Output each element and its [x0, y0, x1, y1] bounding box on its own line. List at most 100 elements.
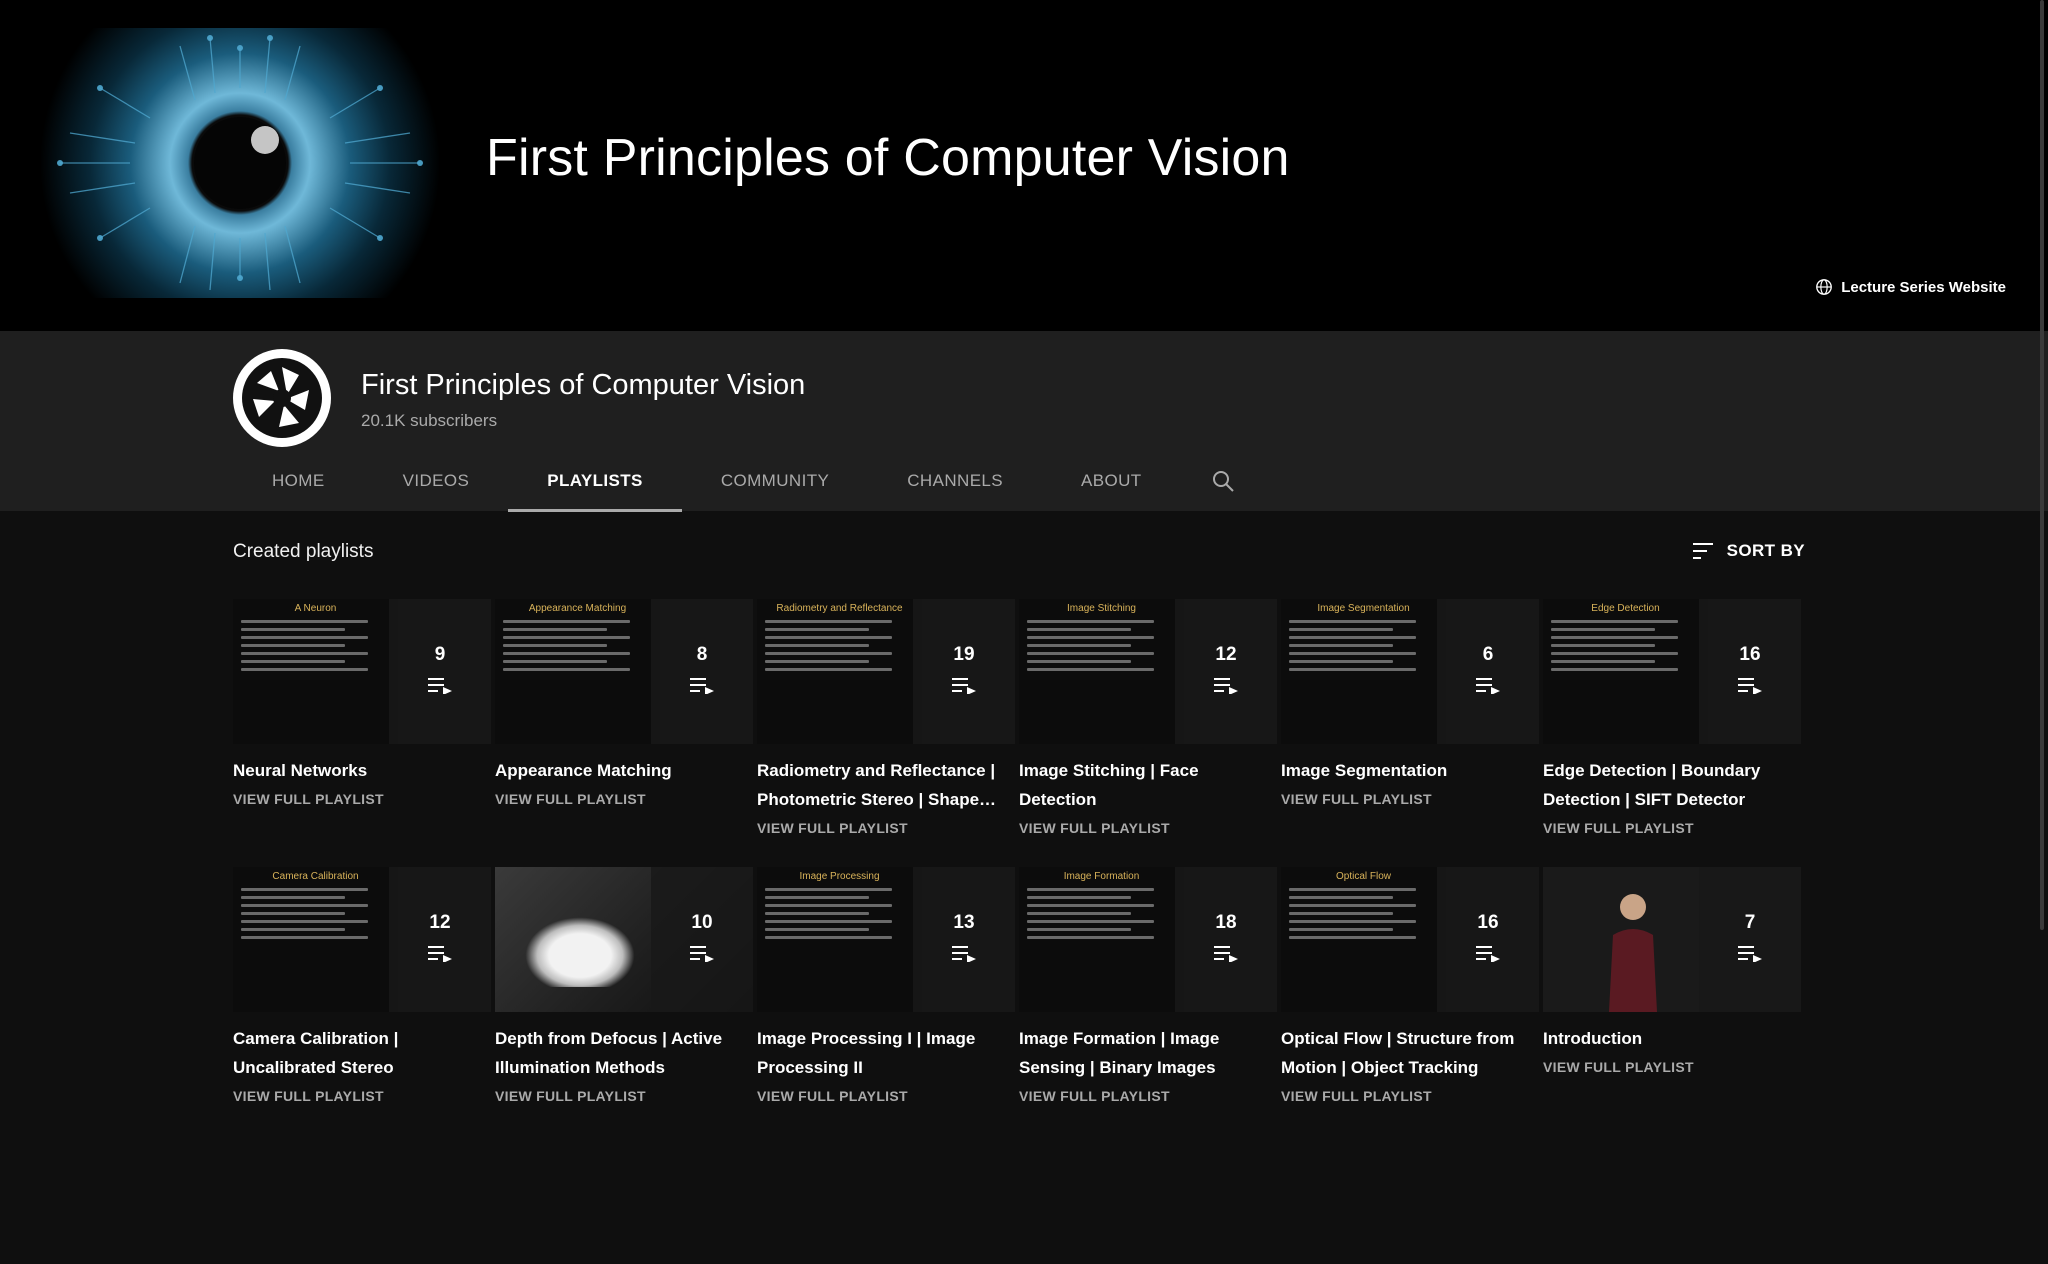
- tab-channels[interactable]: CHANNELS: [868, 451, 1042, 511]
- playlist-title[interactable]: Optical Flow | Structure from Motion | O…: [1281, 1024, 1539, 1082]
- playlist-title[interactable]: Image Stitching | Face Detection: [1019, 756, 1277, 814]
- slide-text-line: [765, 920, 892, 923]
- sort-icon: [1692, 543, 1713, 559]
- playlist-thumbnail[interactable]: Image Processing 13: [757, 867, 1015, 1012]
- slide-text-line: [1027, 620, 1154, 623]
- slide-title: Camera Calibration: [272, 871, 359, 882]
- channel-search-button[interactable]: [1181, 451, 1265, 511]
- playlist-card[interactable]: Image Stitching 12 Image Stitching | Face …: [1019, 599, 1277, 867]
- playlist-thumbnail[interactable]: A Neuron 9: [233, 599, 491, 744]
- slide-text-line: [241, 628, 346, 631]
- slide-text-line: [765, 620, 892, 623]
- playlist-card[interactable]: Optical Flow 16 Optical Flow | Structure f…: [1281, 867, 1539, 1135]
- lecturer-photo: [1603, 885, 1663, 1012]
- lecture-slide: Optical Flow: [1281, 867, 1446, 1012]
- playlist-thumbnail[interactable]: 7: [1543, 867, 1801, 1012]
- view-full-playlist-link[interactable]: VIEW FULL PLAYLIST: [1543, 820, 1801, 836]
- slide-text-line: [1289, 936, 1416, 939]
- sort-by-button[interactable]: SORT BY: [1691, 541, 1805, 561]
- playlist-thumbnail[interactable]: Image Formation 18: [1019, 867, 1277, 1012]
- slide-title: Radiometry and Reflectance: [776, 603, 903, 614]
- lecture-series-link[interactable]: Lecture Series Website: [1815, 278, 2006, 296]
- video-count: 8: [696, 644, 708, 665]
- playlist-card[interactable]: 10 Depth from Defocus | Active Illuminati…: [495, 867, 753, 1135]
- avatar[interactable]: [233, 349, 331, 447]
- view-full-playlist-link[interactable]: VIEW FULL PLAYLIST: [1019, 1088, 1277, 1104]
- playlist-thumbnail[interactable]: 10: [495, 867, 753, 1012]
- playlist-thumbnail[interactable]: Optical Flow 16: [1281, 867, 1539, 1012]
- slide-text-line: [765, 928, 870, 931]
- view-full-playlist-link[interactable]: VIEW FULL PLAYLIST: [233, 791, 491, 807]
- playlist-title[interactable]: Image Segmentation: [1281, 756, 1539, 785]
- playlist-title[interactable]: Appearance Matching: [495, 756, 753, 785]
- slide-title: Edge Detection: [1591, 603, 1660, 614]
- view-full-playlist-link[interactable]: VIEW FULL PLAYLIST: [757, 820, 1015, 836]
- playlist-card[interactable]: Camera Calibration 12 Camera Calibration |…: [233, 867, 491, 1135]
- slide-text-line: [241, 636, 368, 639]
- slide-text-line: [1289, 652, 1416, 655]
- playlist-card[interactable]: Radiometry and Reflectance 19 Radiometry a…: [757, 599, 1015, 867]
- slide-text-line: [765, 644, 870, 647]
- video-count: 12: [429, 912, 451, 933]
- slide-text-line: [1551, 668, 1678, 671]
- playlist-thumbnail[interactable]: Edge Detection 16: [1543, 599, 1801, 744]
- playlist-card[interactable]: Edge Detection 16 Edge Detection | Boundar…: [1543, 599, 1801, 867]
- view-full-playlist-link[interactable]: VIEW FULL PLAYLIST: [233, 1088, 491, 1104]
- tab-playlists[interactable]: PLAYLISTS: [508, 451, 682, 512]
- playlist-thumbnail[interactable]: Appearance Matching 8: [495, 599, 753, 744]
- slide-title: Image Formation: [1063, 871, 1140, 882]
- slide-text-line: [765, 904, 892, 907]
- playlist-title[interactable]: Depth from Defocus | Active Illumination…: [495, 1024, 753, 1082]
- playlist-count-overlay: 10: [651, 867, 753, 1012]
- view-full-playlist-link[interactable]: VIEW FULL PLAYLIST: [495, 791, 753, 807]
- page-scrollbar[interactable]: [2040, 0, 2044, 930]
- slide-text-line: [1027, 636, 1154, 639]
- slide-text-line: [1289, 620, 1416, 623]
- view-full-playlist-link[interactable]: VIEW FULL PLAYLIST: [1281, 791, 1539, 807]
- slide-text-line: [1027, 660, 1132, 663]
- view-full-playlist-link[interactable]: VIEW FULL PLAYLIST: [757, 1088, 1015, 1104]
- playlist-count-overlay: 12: [1175, 599, 1277, 744]
- search-icon: [1212, 471, 1234, 492]
- playlist-thumbnail[interactable]: Image Segmentation 6: [1281, 599, 1539, 744]
- playlist-title[interactable]: Introduction: [1543, 1024, 1801, 1053]
- playlist-card[interactable]: 7 Introduction VIEW FULL PLAYLIST: [1543, 867, 1801, 1135]
- tab-home[interactable]: HOME: [233, 451, 364, 511]
- channel-banner: First Principles of Computer Vision Lect…: [0, 0, 2048, 331]
- playlist-card[interactable]: Image Processing 13 Image Processing I | I…: [757, 867, 1015, 1135]
- view-full-playlist-link[interactable]: VIEW FULL PLAYLIST: [1281, 1088, 1539, 1104]
- slide-text-line: [503, 652, 630, 655]
- playlist-title[interactable]: Camera Calibration | Uncalibrated Stereo: [233, 1024, 491, 1082]
- playlist-title[interactable]: Neural Networks: [233, 756, 491, 785]
- view-full-playlist-link[interactable]: VIEW FULL PLAYLIST: [1019, 820, 1277, 836]
- view-full-playlist-link[interactable]: VIEW FULL PLAYLIST: [1543, 1059, 1801, 1075]
- view-full-playlist-link[interactable]: VIEW FULL PLAYLIST: [495, 1088, 753, 1104]
- slide-text-line: [241, 920, 368, 923]
- playlist-count-overlay: 6: [1437, 599, 1539, 744]
- playlist-count-overlay: 8: [651, 599, 753, 744]
- subscriber-count: 20.1K subscribers: [361, 411, 498, 430]
- slide-text-line: [1289, 668, 1416, 671]
- playlist-thumbnail[interactable]: Radiometry and Reflectance 19: [757, 599, 1015, 744]
- playlist-play-icon: [689, 676, 715, 699]
- playlist-title[interactable]: Image Formation | Image Sensing | Binary…: [1019, 1024, 1277, 1082]
- playlist-card[interactable]: Image Segmentation 6 Image Segmentation VIE…: [1281, 599, 1539, 867]
- playlist-card[interactable]: Image Formation 18 Image Formation | Image…: [1019, 867, 1277, 1135]
- tab-videos[interactable]: VIDEOS: [364, 451, 509, 511]
- slide-text-line: [241, 668, 368, 671]
- playlist-thumbnail[interactable]: Image Stitching 12: [1019, 599, 1277, 744]
- tab-about[interactable]: ABOUT: [1042, 451, 1181, 511]
- playlist-card[interactable]: Appearance Matching 8 Appearance Matching V…: [495, 599, 753, 867]
- playlist-card[interactable]: A Neuron 9 Neural Networks VIEW FULL PLAYLI…: [233, 599, 491, 867]
- playlist-thumbnail[interactable]: Camera Calibration 12: [233, 867, 491, 1012]
- playlist-title[interactable]: Radiometry and Reflectance | Photometric…: [757, 756, 1015, 814]
- playlist-count-overlay: 19: [913, 599, 1015, 744]
- playlist-title[interactable]: Edge Detection | Boundary Detection | SI…: [1543, 756, 1801, 814]
- slide-text-line: [241, 928, 346, 931]
- tab-community[interactable]: COMMUNITY: [682, 451, 868, 511]
- playlist-play-icon: [1475, 944, 1501, 967]
- slide-text-line: [765, 912, 870, 915]
- section-title: Created playlists: [233, 541, 374, 562]
- playlist-title[interactable]: Image Processing I | Image Processing II: [757, 1024, 1015, 1082]
- slide-text-line: [765, 668, 892, 671]
